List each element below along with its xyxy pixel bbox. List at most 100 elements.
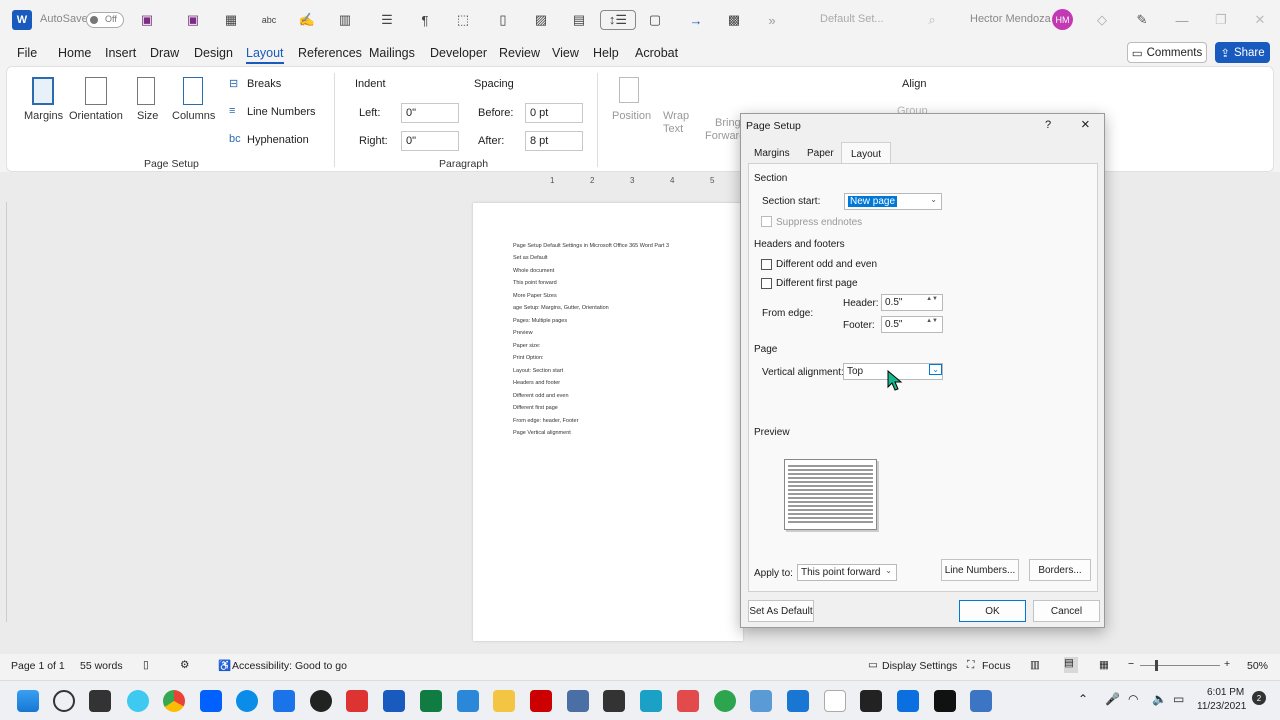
header-input[interactable]: 0.5" ▲▼: [881, 294, 943, 311]
indent-left-input[interactable]: 0": [401, 103, 459, 123]
edge-legacy-icon[interactable]: [127, 690, 149, 712]
draw-pen-icon[interactable]: ✍: [297, 10, 317, 30]
menu-review[interactable]: Review: [499, 46, 540, 60]
position-button[interactable]: Position: [612, 110, 651, 122]
menu-design[interactable]: Design: [194, 46, 233, 60]
arrow-right-icon[interactable]: →: [686, 10, 706, 30]
line-numbers-button[interactable]: Line Numbers: [247, 106, 315, 118]
save-as-icon[interactable]: ▣: [183, 10, 203, 30]
app-icon[interactable]: [346, 690, 368, 712]
battery-icon[interactable]: ▭: [1173, 692, 1184, 706]
cancel-button[interactable]: Cancel: [1033, 600, 1100, 622]
notepad-icon[interactable]: [457, 690, 479, 712]
zoom-in-icon[interactable]: +: [1224, 658, 1230, 670]
line-numbers-button[interactable]: Line Numbers...: [941, 559, 1019, 581]
calculator-icon[interactable]: [970, 690, 992, 712]
chevron-up-icon[interactable]: ⌃: [1078, 692, 1088, 706]
menu-view[interactable]: View: [552, 46, 579, 60]
odd-even-checkbox[interactable]: [761, 259, 772, 270]
menu-acrobat[interactable]: Acrobat: [635, 46, 678, 60]
crop-icon[interactable]: ⬚: [453, 10, 473, 30]
accessibility-status[interactable]: Accessibility: Good to go: [232, 660, 347, 672]
menu-mailings[interactable]: Mailings: [369, 46, 415, 60]
menu-layout[interactable]: Layout: [246, 46, 284, 64]
xbox-icon[interactable]: [310, 690, 332, 712]
word-icon[interactable]: [383, 690, 405, 712]
document-icon[interactable]: [824, 690, 846, 712]
columns-button[interactable]: Columns: [172, 110, 215, 122]
document-name[interactable]: Default Set...: [820, 13, 884, 25]
app-icon[interactable]: [714, 690, 736, 712]
page-count[interactable]: Page 1 of 1: [11, 660, 65, 672]
hyphenation-button[interactable]: Hyphenation: [247, 134, 309, 146]
volume-icon[interactable]: 🔈: [1152, 692, 1167, 706]
align-button[interactable]: Align: [902, 78, 926, 90]
app-icon[interactable]: [934, 690, 956, 712]
app-icon[interactable]: [603, 690, 625, 712]
read-mode-icon[interactable]: ▥: [1030, 659, 1040, 671]
tab-layout[interactable]: Layout: [841, 142, 891, 164]
track-icon[interactable]: ⚙: [180, 659, 189, 671]
wifi-icon[interactable]: ◠: [1128, 692, 1138, 706]
chrome-icon[interactable]: [163, 690, 185, 712]
display-settings-button[interactable]: Display Settings: [882, 660, 957, 672]
margins-button[interactable]: Margins: [24, 110, 63, 122]
layout-icon[interactable]: ▤: [569, 10, 589, 30]
table-icon[interactable]: ▦: [221, 10, 241, 30]
zoom-level[interactable]: 50%: [1247, 660, 1268, 672]
columns-icon[interactable]: ▥: [335, 10, 355, 30]
columns-icon[interactable]: [183, 77, 203, 105]
menu-developer[interactable]: Developer: [430, 46, 487, 60]
more-icon[interactable]: »: [762, 10, 782, 30]
size-icon[interactable]: [137, 77, 155, 105]
user-name[interactable]: Hector Mendoza: [970, 13, 1051, 25]
app-icon[interactable]: [860, 690, 882, 712]
breaks-button[interactable]: Breaks: [247, 78, 281, 90]
app-icon[interactable]: [750, 690, 772, 712]
image-icon[interactable]: ▨: [531, 10, 551, 30]
save-icon[interactable]: ▣: [137, 10, 157, 30]
menu-draw[interactable]: Draw: [150, 46, 179, 60]
print-layout-icon[interactable]: ▤: [1064, 657, 1078, 673]
clock-date[interactable]: 11/23/2021: [1197, 701, 1246, 712]
orientation-icon[interactable]: [85, 77, 107, 105]
app-icon[interactable]: [273, 690, 295, 712]
dropbox-icon[interactable]: [200, 690, 222, 712]
footer-input[interactable]: 0.5" ▲▼: [881, 316, 943, 333]
zoom-slider[interactable]: [1140, 660, 1220, 671]
close-dialog-icon[interactable]: ×: [1081, 116, 1090, 133]
page-icon[interactable]: ▯: [493, 10, 513, 30]
share-button[interactable]: ⇪ Share: [1215, 42, 1270, 63]
web-layout-icon[interactable]: ▦: [1099, 659, 1109, 671]
new-page-icon[interactable]: ▢: [645, 10, 665, 30]
restore-icon[interactable]: ❐: [1211, 10, 1231, 30]
search-icon[interactable]: [53, 690, 75, 712]
excel-icon[interactable]: [420, 690, 442, 712]
app-icon[interactable]: [567, 690, 589, 712]
app-icon[interactable]: [677, 690, 699, 712]
set-as-default-button[interactable]: Set As Default: [748, 600, 814, 622]
paragraph-mark-icon[interactable]: ¶: [415, 10, 435, 30]
search-icon[interactable]: ⌕: [922, 10, 942, 30]
close-window-icon[interactable]: ✕: [1250, 10, 1270, 30]
indent-right-input[interactable]: 0": [401, 131, 459, 151]
word-count[interactable]: 55 words: [80, 660, 123, 672]
zoom-out-icon[interactable]: −: [1128, 658, 1134, 670]
orientation-button[interactable]: Orientation: [69, 110, 123, 122]
menu-home[interactable]: Home: [58, 46, 91, 60]
first-page-checkbox[interactable]: [761, 278, 772, 289]
edge-icon[interactable]: [236, 690, 258, 712]
position-icon[interactable]: [619, 77, 639, 103]
document-page[interactable]: Page Setup Default Settings in Microsoft…: [473, 203, 743, 641]
notification-badge[interactable]: 2: [1252, 691, 1266, 705]
menu-help[interactable]: Help: [593, 46, 619, 60]
ok-button[interactable]: OK: [959, 600, 1026, 622]
task-view-icon[interactable]: [89, 690, 111, 712]
clock-time[interactable]: 6:01 PM: [1207, 687, 1244, 698]
help-button[interactable]: ?: [1045, 119, 1051, 131]
spelling-icon[interactable]: abc: [259, 10, 279, 30]
menu-file[interactable]: File: [17, 46, 37, 60]
proofing-icon[interactable]: ▯: [143, 659, 149, 671]
section-start-select[interactable]: New page ⌄: [844, 193, 942, 210]
autosave-toggle[interactable]: Off: [86, 12, 124, 28]
